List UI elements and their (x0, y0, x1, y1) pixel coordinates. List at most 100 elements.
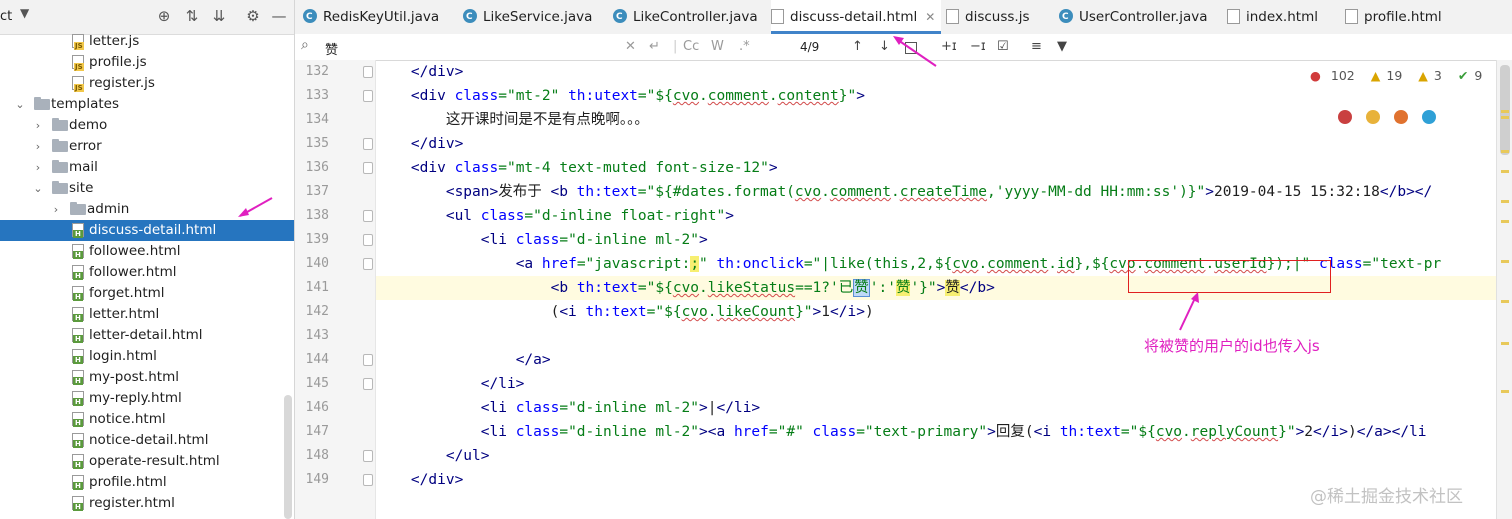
locate-icon[interactable]: ⊕ (155, 7, 173, 25)
fold-marker[interactable] (363, 66, 373, 78)
inspection-widget[interactable]: ● 102 ▲ 19 ▲ 3 ✔ 9 (1310, 68, 1494, 83)
fold-marker[interactable] (363, 378, 373, 390)
new-line-icon[interactable]: ↵ (649, 39, 660, 54)
intellij-icon[interactable] (1338, 110, 1352, 124)
tab-profile-html[interactable]: profile.html (1345, 0, 1442, 34)
error-stripe-mark[interactable] (1501, 300, 1509, 303)
search-icon[interactable]: ⌕ (301, 37, 309, 53)
error-stripe-mark[interactable] (1501, 150, 1509, 153)
tree-item-label: login.html (89, 348, 157, 364)
tree-file[interactable]: profile.html (0, 472, 294, 493)
tab-rediskeyutil-java[interactable]: RedisKeyUtil.java (303, 0, 439, 34)
html-file-icon (72, 328, 84, 343)
tree-file[interactable]: register.html (0, 493, 294, 514)
clear-icon[interactable]: ✕ (625, 39, 636, 54)
expand-all-icon[interactable]: ⇅ (183, 7, 201, 25)
tree-file[interactable]: letter.js (0, 31, 294, 52)
js-file-icon (72, 34, 84, 50)
fold-marker[interactable] (363, 354, 373, 366)
error-stripe-mark[interactable] (1501, 220, 1509, 223)
error-stripe-mark[interactable] (1501, 260, 1509, 263)
filter-icon[interactable]: ▼ (1057, 39, 1067, 54)
project-label[interactable]: ct (0, 9, 12, 24)
add-selection-icon[interactable]: +ɪ (941, 39, 957, 54)
tab-usercontroller-java[interactable]: UserController.java (1059, 0, 1208, 34)
tree-file[interactable]: notice.html (0, 409, 294, 430)
fold-marker[interactable] (363, 90, 373, 102)
fold-marker[interactable] (363, 210, 373, 222)
sidebar-scrollbar[interactable] (284, 395, 292, 519)
editor-scrollbar[interactable] (1496, 60, 1512, 519)
tab-likecontroller-java[interactable]: LikeController.java (613, 0, 758, 34)
search-input[interactable]: 赞 (325, 39, 338, 58)
tree-file[interactable]: letter.html (0, 304, 294, 325)
gear-icon[interactable]: ⚙ (244, 7, 262, 25)
chevron-down-icon[interactable]: ⌄ (32, 178, 44, 199)
tree-file[interactable]: profile.js (0, 52, 294, 73)
tree-file[interactable]: followee.html (0, 241, 294, 262)
java-class-icon (1059, 0, 1073, 34)
regex-toggle[interactable]: .* (739, 39, 750, 54)
tree-file[interactable]: operate-result.html (0, 451, 294, 472)
tab-likeservice-java[interactable]: LikeService.java (463, 0, 592, 34)
html-file-icon (72, 496, 84, 511)
chevron-down-icon[interactable]: ⌄ (14, 94, 26, 115)
html-file-icon (72, 412, 84, 427)
error-count[interactable]: ● 102 (1310, 68, 1361, 83)
fold-marker[interactable] (363, 162, 373, 174)
typo-count[interactable]: ✔ 9 (1458, 68, 1488, 83)
firefox-icon[interactable] (1394, 110, 1409, 124)
tree-item-label: followee.html (89, 243, 181, 259)
error-stripe-mark[interactable] (1501, 170, 1509, 173)
tree-file[interactable]: discuss-detail.html (0, 220, 294, 241)
tree-folder[interactable]: ⌄ site (0, 178, 294, 199)
tab-discuss-detail-html[interactable]: discuss-detail.html ✕ (771, 0, 942, 34)
minimize-icon[interactable]: — (270, 7, 288, 25)
tree-folder[interactable]: › admin (0, 199, 294, 220)
tree-file[interactable]: letter-detail.html (0, 325, 294, 346)
fold-marker[interactable] (363, 450, 373, 462)
select-all-occurrences-icon[interactable] (905, 42, 917, 54)
collapse-all-icon[interactable]: ⇊ (210, 7, 228, 25)
words-toggle[interactable]: W (711, 39, 724, 54)
error-stripe-mark[interactable] (1501, 110, 1509, 113)
warning-count[interactable]: ▲ 19 (1371, 68, 1409, 83)
chevron-right-icon[interactable]: › (32, 115, 44, 136)
error-stripe-mark[interactable] (1501, 390, 1509, 393)
weak-warning-count[interactable]: ▲ 3 (1418, 68, 1448, 83)
edge-icon[interactable] (1422, 110, 1437, 124)
close-icon[interactable]: ✕ (925, 10, 935, 24)
chevron-right-icon[interactable]: › (32, 157, 44, 178)
chrome-icon[interactable] (1366, 110, 1381, 124)
select-all-icon[interactable]: ☑ (997, 39, 1009, 54)
tree-file[interactable]: follower.html (0, 262, 294, 283)
fold-marker[interactable] (363, 138, 373, 150)
tab-discuss-js[interactable]: discuss.js (946, 0, 1029, 34)
error-stripe-mark[interactable] (1501, 342, 1509, 345)
tree-folder[interactable]: › mail (0, 157, 294, 178)
error-stripe-mark[interactable] (1501, 116, 1509, 119)
tree-folder[interactable]: ⌄ templates (0, 94, 294, 115)
tree-file[interactable]: my-reply.html (0, 388, 294, 409)
chevron-down-icon[interactable]: ▼ (20, 6, 29, 20)
match-case-toggle[interactable]: Cc (683, 39, 699, 54)
chevron-right-icon[interactable]: › (50, 199, 62, 220)
tree-file[interactable]: notice-detail.html (0, 430, 294, 451)
next-occurrence-icon[interactable]: ↓ (879, 39, 890, 54)
previous-occurrence-icon[interactable]: ↑ (852, 39, 863, 54)
tree-file[interactable]: my-post.html (0, 367, 294, 388)
fold-marker[interactable] (363, 474, 373, 486)
fold-marker[interactable] (363, 258, 373, 270)
tab-index-html[interactable]: index.html (1227, 0, 1318, 34)
remove-selection-icon[interactable]: −ɪ (970, 39, 986, 54)
tree-folder[interactable]: › demo (0, 115, 294, 136)
tree-file[interactable]: register.js (0, 73, 294, 94)
tree-file[interactable]: login.html (0, 346, 294, 367)
fold-marker[interactable] (363, 234, 373, 246)
filter-options-icon[interactable]: ≡ (1031, 39, 1042, 54)
chevron-right-icon[interactable]: › (32, 136, 44, 157)
tree-folder[interactable]: › error (0, 136, 294, 157)
tree-item-label: site (69, 180, 94, 196)
error-stripe-mark[interactable] (1501, 200, 1509, 203)
tree-file[interactable]: forget.html (0, 283, 294, 304)
